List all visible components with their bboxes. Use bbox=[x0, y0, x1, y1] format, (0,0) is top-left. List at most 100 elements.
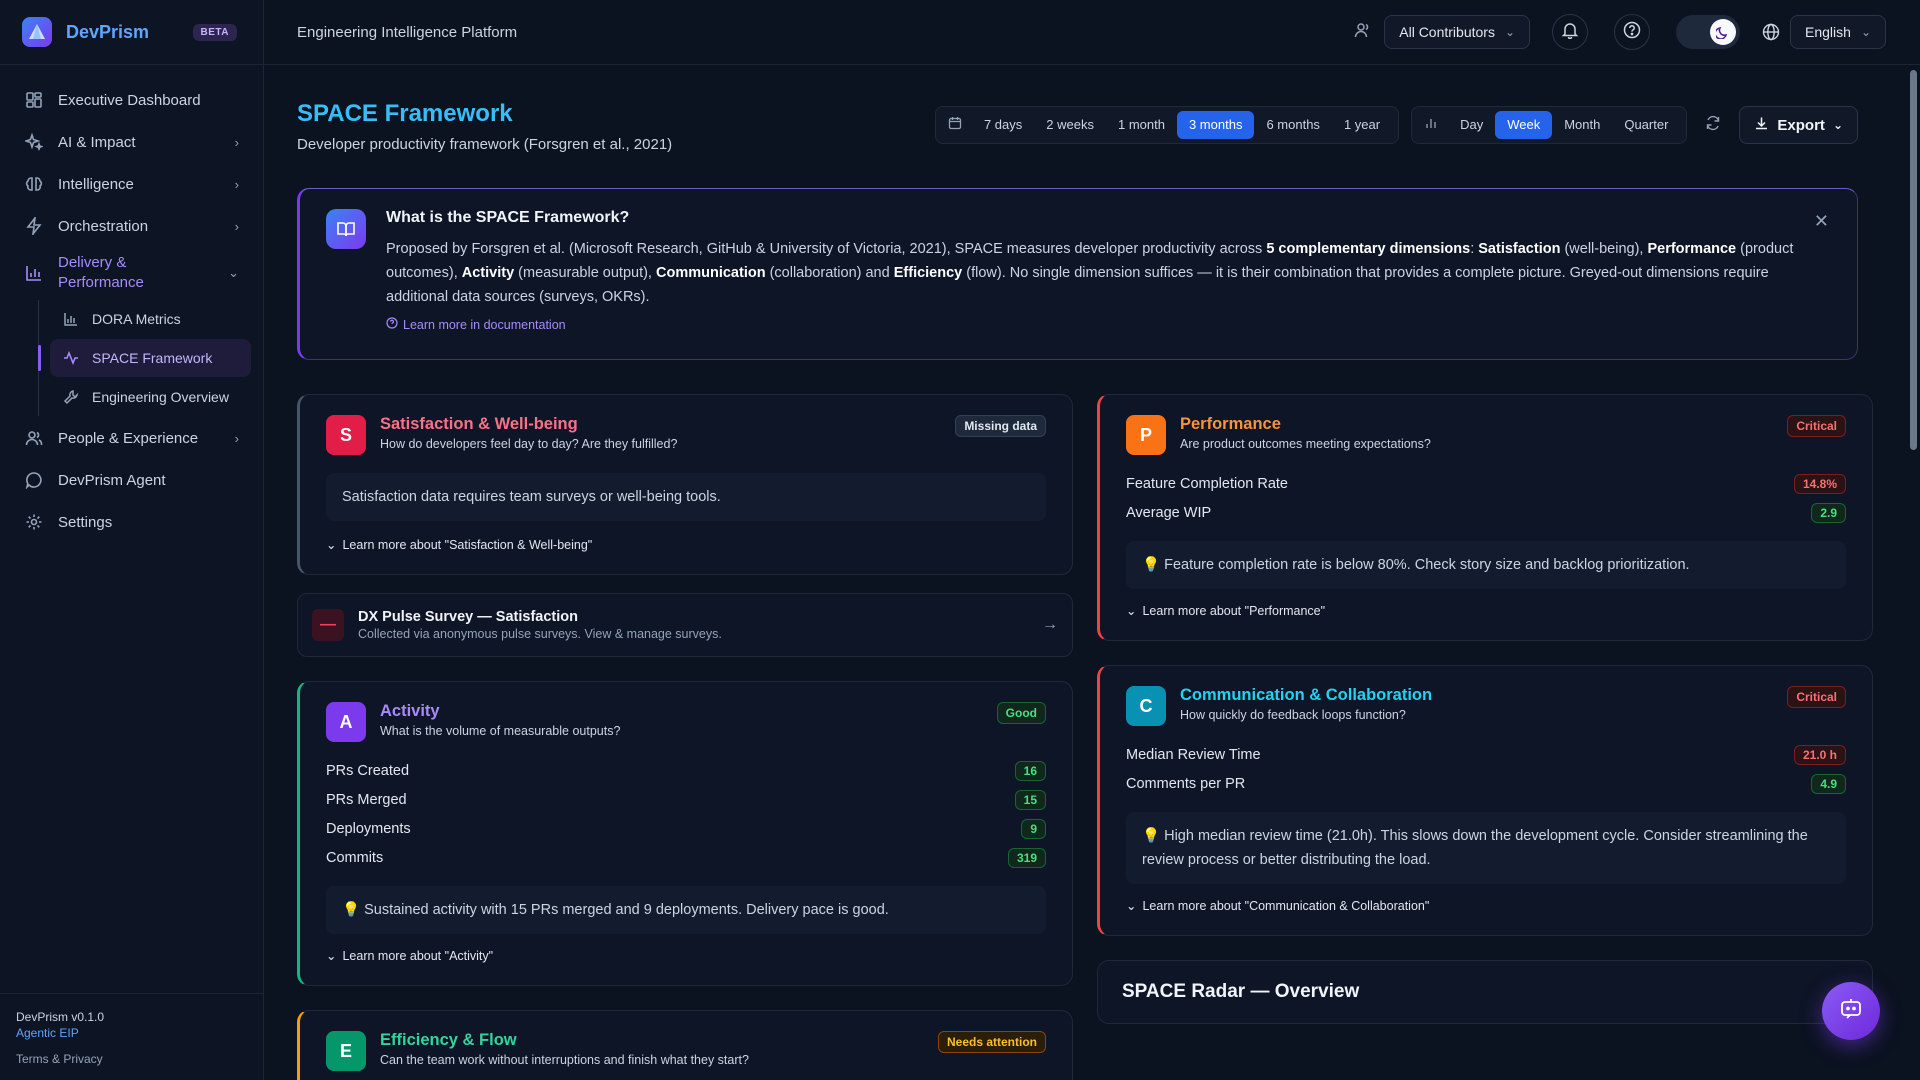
page-scrollbar[interactable] bbox=[1908, 66, 1918, 1080]
chevron-down-icon: ⌄ bbox=[1860, 25, 1871, 39]
bell-icon bbox=[1561, 21, 1579, 44]
info-title: What is the SPACE Framework? bbox=[386, 209, 630, 226]
sidebar-item-label: DevPrism Agent bbox=[58, 471, 166, 489]
devprism-logo-icon[interactable] bbox=[22, 17, 52, 47]
bar-chart-icon bbox=[1418, 116, 1448, 135]
sidebar-item-orchestration[interactable]: Orchestration › bbox=[12, 205, 251, 247]
export-label: Export bbox=[1777, 116, 1825, 134]
chevron-down-icon: ⌄ bbox=[326, 949, 337, 963]
chat-bot-icon bbox=[1839, 997, 1863, 1026]
metric-row: Comments per PR 4.9 bbox=[1126, 769, 1846, 798]
brand: DevPrism BETA bbox=[0, 0, 263, 65]
agent-chat-button[interactable] bbox=[1822, 982, 1880, 1040]
metric-value: 15 bbox=[1014, 789, 1046, 810]
sidebar-subitem-dora-metrics[interactable]: DORA Metrics bbox=[50, 300, 251, 338]
bar-chart-icon bbox=[24, 263, 44, 283]
sidebar-footer: DevPrism v0.1.0 Agentic EIP Terms & Priv… bbox=[0, 993, 263, 1080]
main-content: SPACE Framework Developer productivity f… bbox=[264, 66, 1892, 1080]
sidebar-item-delivery-performance[interactable]: Delivery & Performance ⌄ bbox=[12, 247, 251, 299]
sidebar-subitem-label: Engineering Overview bbox=[92, 389, 229, 405]
activity-card: A Activity What is the volume of measura… bbox=[297, 681, 1073, 986]
metrics-list: Feature Completion Rate 14.8% Average WIP… bbox=[1126, 469, 1846, 527]
range-1-month[interactable]: 1 month bbox=[1106, 111, 1177, 139]
scroll-thumb[interactable] bbox=[1910, 70, 1917, 450]
dashboard-icon bbox=[24, 90, 44, 110]
page-controls: 7 days 2 weeks 1 month 3 months 6 months… bbox=[934, 106, 1858, 144]
efficiency-letter-icon: E bbox=[326, 1031, 366, 1071]
chevron-down-icon: ⌄ bbox=[1126, 604, 1137, 618]
range-2-weeks[interactable]: 2 weeks bbox=[1034, 111, 1106, 139]
metric-row: Median Review Time 21.0 h bbox=[1126, 740, 1846, 769]
learn-more-toggle[interactable]: ⌄ Learn more about "Performance" bbox=[1126, 603, 1846, 619]
moon-icon bbox=[1710, 19, 1737, 45]
card-subtitle: What is the volume of measurable outputs… bbox=[380, 724, 621, 738]
refresh-icon[interactable] bbox=[1699, 115, 1727, 136]
metric-value: 319 bbox=[1007, 847, 1046, 868]
users-icon bbox=[1354, 21, 1372, 44]
card-title: Satisfaction & Well-being bbox=[380, 415, 578, 433]
right-column: P Performance Are product outcomes meeti… bbox=[1097, 394, 1873, 1080]
contributors-select[interactable]: All Contributors ⌄ bbox=[1384, 15, 1531, 49]
sidebar-item-ai-impact[interactable]: AI & Impact › bbox=[12, 121, 251, 163]
range-selector: 7 days 2 weeks 1 month 3 months 6 months… bbox=[934, 106, 1400, 144]
bar-chart-icon bbox=[62, 310, 80, 328]
metric-value: 9 bbox=[1021, 818, 1046, 839]
range-7-days[interactable]: 7 days bbox=[972, 111, 1034, 139]
documentation-link[interactable]: Learn more in documentation bbox=[386, 317, 1831, 332]
activity-icon bbox=[62, 349, 80, 367]
metric-value: 4.9 bbox=[1811, 773, 1846, 794]
sidebar-item-executive-dashboard[interactable]: Executive Dashboard bbox=[12, 79, 251, 121]
granularity-week[interactable]: Week bbox=[1495, 111, 1553, 139]
sidebar-item-people-experience[interactable]: People & Experience › bbox=[12, 417, 251, 459]
metric-row: Feature Completion Rate 14.8% bbox=[1126, 469, 1846, 498]
lightbulb-icon: 💡 bbox=[1142, 828, 1161, 844]
sidebar-item-devprism-agent[interactable]: DevPrism Agent bbox=[12, 459, 251, 501]
notifications-button[interactable] bbox=[1552, 14, 1589, 50]
range-1-year[interactable]: 1 year bbox=[1332, 111, 1392, 139]
sidebar-item-intelligence[interactable]: Intelligence › bbox=[12, 163, 251, 205]
learn-more-toggle[interactable]: ⌄ Learn more about "Satisfaction & Well-… bbox=[326, 537, 1046, 553]
sidebar-nav: Executive Dashboard AI & Impact › Intell… bbox=[0, 65, 263, 993]
top-bar: Engineering Intelligence Platform All Co… bbox=[264, 0, 1920, 65]
metrics-list: PRs Created 16 PRs Merged 15 Deployments 9 … bbox=[326, 756, 1046, 872]
range-6-months[interactable]: 6 months bbox=[1254, 111, 1331, 139]
help-button[interactable] bbox=[1614, 14, 1651, 50]
dimension-grid: S Satisfaction & Well-being How do devel… bbox=[297, 394, 1873, 1080]
dx-pulse-survey-link[interactable]: — DX Pulse Survey — Satisfaction Collect… bbox=[297, 593, 1073, 657]
sidebar-subitem-space-framework[interactable]: SPACE Framework bbox=[50, 339, 251, 377]
range-3-months[interactable]: 3 months bbox=[1176, 111, 1255, 139]
dx-subtitle: Collected via anonymous pulse surveys. V… bbox=[358, 627, 722, 641]
language-select[interactable]: English ⌄ bbox=[1790, 15, 1886, 49]
export-button[interactable]: Export ⌄ bbox=[1739, 106, 1858, 144]
brand-name: DevPrism bbox=[66, 21, 150, 42]
card-title: Activity bbox=[380, 702, 440, 720]
platform-title: Engineering Intelligence Platform bbox=[297, 23, 518, 41]
theme-toggle[interactable] bbox=[1676, 15, 1741, 49]
agentic-label[interactable]: Agentic EIP bbox=[16, 1026, 247, 1040]
chevron-right-icon: › bbox=[234, 134, 239, 150]
status-badge: Needs attention bbox=[937, 1031, 1046, 1053]
granularity-selector: Day Week Month Quarter bbox=[1411, 106, 1688, 144]
chevron-down-icon: ⌄ bbox=[326, 538, 337, 552]
beta-badge: BETA bbox=[192, 23, 237, 41]
metric-row: PRs Created 16 bbox=[326, 756, 1046, 785]
help-circle-icon bbox=[386, 317, 398, 332]
learn-more-toggle[interactable]: ⌄ Learn more about "Activity" bbox=[326, 948, 1046, 964]
insight-hint: 💡 Feature completion rate is below 80%. … bbox=[1126, 541, 1846, 589]
learn-more-toggle[interactable]: ⌄ Learn more about "Communication & Coll… bbox=[1126, 898, 1846, 914]
sidebar-item-label: Intelligence bbox=[58, 175, 134, 193]
granularity-quarter[interactable]: Quarter bbox=[1612, 111, 1680, 139]
terms-link[interactable]: Terms & Privacy bbox=[16, 1052, 247, 1066]
status-badge: Critical bbox=[1787, 415, 1846, 437]
metric-value: 16 bbox=[1014, 760, 1046, 781]
close-icon[interactable]: ✕ bbox=[1814, 211, 1829, 232]
card-subtitle: How quickly do feedback loops function? bbox=[1180, 708, 1406, 722]
granularity-day[interactable]: Day bbox=[1448, 111, 1495, 139]
performance-card: P Performance Are product outcomes meeti… bbox=[1097, 394, 1873, 641]
sidebar-item-label: People & Experience bbox=[58, 429, 199, 447]
left-column: S Satisfaction & Well-being How do devel… bbox=[297, 394, 1073, 1080]
granularity-month[interactable]: Month bbox=[1552, 111, 1612, 139]
chevron-down-icon: ⌄ bbox=[1832, 118, 1843, 132]
sidebar-item-settings[interactable]: Settings bbox=[12, 501, 251, 543]
sidebar-subitem-engineering-overview[interactable]: Engineering Overview bbox=[50, 378, 251, 416]
